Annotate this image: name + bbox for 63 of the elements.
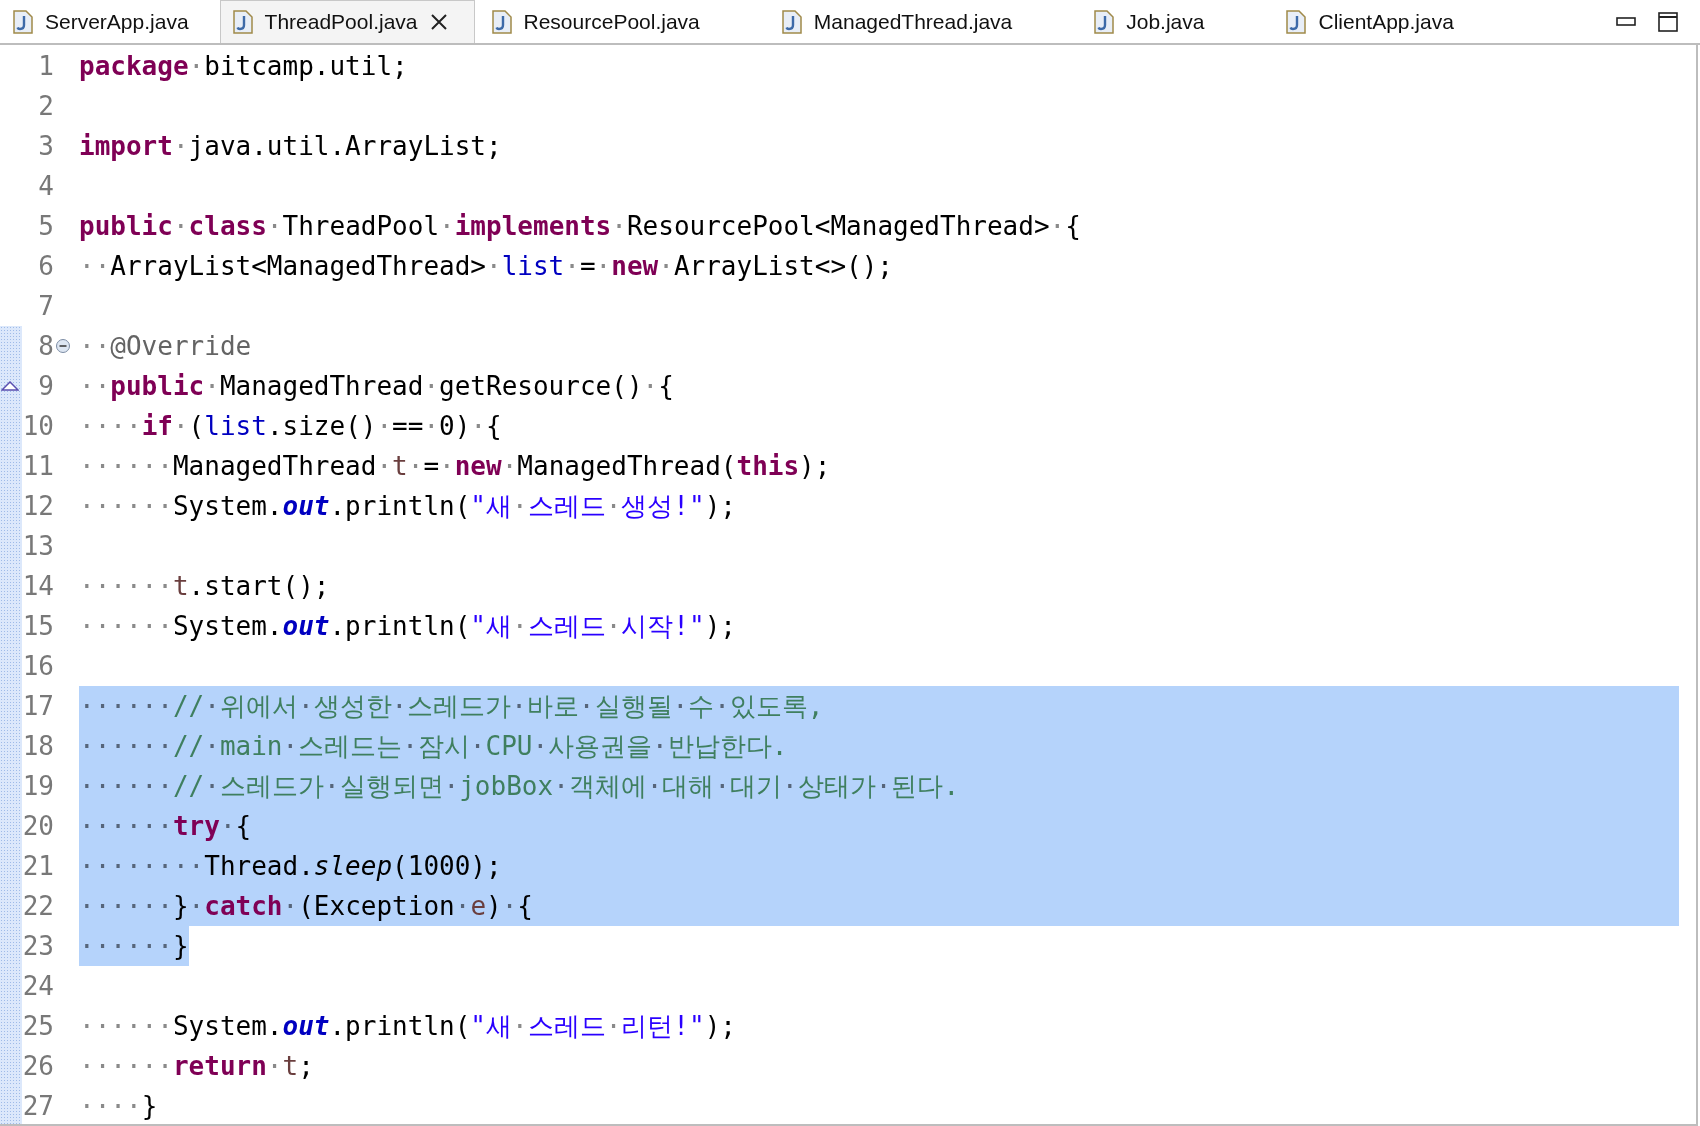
editor-tab[interactable]: ResourcePool.java (478, 0, 727, 43)
line-number: 13 (22, 530, 54, 563)
line-number: 20 (22, 810, 54, 843)
line-number: 25 (22, 1010, 54, 1043)
line-number: 8 (37, 330, 54, 363)
code-line: ··@Override (79, 330, 252, 363)
line-number: 11 (22, 450, 54, 483)
java-file-icon (781, 10, 802, 34)
code-line: import·java.util.ArrayList; (79, 130, 502, 163)
line-number: 3 (37, 130, 54, 163)
line-number: 2 (37, 90, 54, 123)
code-line: package·bitcamp.util; (79, 50, 408, 83)
line-number: 19 (22, 770, 54, 803)
java-file-icon (232, 10, 253, 34)
line-number: 24 (22, 970, 54, 1003)
code-line: ······t.start(); (79, 570, 330, 603)
java-file-icon (491, 10, 512, 34)
maximize-icon[interactable] (1658, 11, 1678, 32)
line-number: 14 (22, 570, 54, 603)
editor-tab[interactable]: Job.java (1081, 0, 1232, 43)
java-file-icon (1286, 10, 1307, 34)
code-line: ······//·위에서·생성한·스레드가·바로·실행될·수·있도록, (79, 690, 824, 723)
collapse-icon[interactable] (55, 338, 71, 354)
code-line: ······System.out.println("새·스레드·리턴!"); (79, 1010, 736, 1043)
line-number: 21 (22, 850, 54, 883)
line-number: 16 (22, 650, 54, 683)
line-number: 12 (22, 490, 54, 523)
close-icon[interactable] (429, 13, 448, 31)
code-line: ······ManagedThread·t·=·new·ManagedThread(this); (79, 450, 831, 483)
code-line: ··ArrayList<ManagedThread>·list·=·new·ArrayList<>(); (79, 250, 894, 283)
editor-tab[interactable]: ManagedThread.java (768, 0, 1040, 43)
line-number: 1 (37, 50, 54, 83)
line-number: 6 (37, 250, 54, 283)
line-number: 18 (22, 730, 54, 763)
java-file-icon (1094, 10, 1115, 34)
line-number: 23 (22, 930, 54, 963)
line-number: 22 (22, 890, 54, 923)
code-line: ······//·스레드가·실행되면·jobBox·객체에·대해·대기·상태가·된다. (79, 770, 960, 803)
code-line: ··public·ManagedThread·getResource()·{ (79, 370, 674, 403)
code-line: public·class·ThreadPool·implements·ResourcePool<ManagedThread>·{ (79, 210, 1081, 243)
code-line: ······return·t; (79, 1050, 314, 1083)
code-line: ······//·main·스레드는·잠시·CPU·사용권을·반납한다. (79, 730, 788, 763)
code-line: ········Thread.sleep(1000); (79, 850, 502, 883)
line-number: 27 (22, 1090, 54, 1123)
editor-tab[interactable]: ServerApp.java (0, 0, 216, 43)
line-number: 4 (37, 170, 54, 203)
line-number: 7 (37, 290, 54, 323)
editor-tab[interactable]: ClientApp.java (1273, 0, 1481, 43)
code-line: ······try·{ (79, 810, 252, 843)
code-line: ······}·catch·(Exception·e)·{ (79, 890, 533, 923)
code-line: ······System.out.println("새·스레드·시작!"); (79, 610, 736, 643)
code-line: ····if·(list.size()·==·0)·{ (79, 410, 502, 443)
line-number: 17 (22, 690, 54, 723)
line-number: 15 (22, 610, 54, 643)
java-file-icon (13, 10, 33, 34)
editor-tab[interactable]: ThreadPool.java (219, 0, 475, 43)
line-number: 26 (22, 1050, 54, 1083)
line-number: 10 (22, 410, 54, 443)
code-line: ······System.out.println("새·스레드·생성!"); (79, 490, 736, 523)
code-line: ····} (79, 1090, 158, 1123)
line-number: 9 (37, 370, 54, 403)
minimize-icon[interactable] (1616, 16, 1636, 27)
line-number: 5 (37, 210, 54, 243)
